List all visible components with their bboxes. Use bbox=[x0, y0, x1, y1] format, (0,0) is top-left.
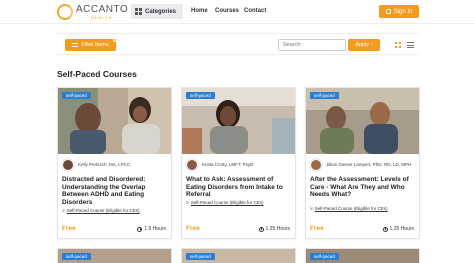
duration-text: 1.25 Hours bbox=[389, 226, 414, 232]
filter-icon bbox=[72, 43, 79, 47]
course-thumbnail: self-paced bbox=[306, 88, 419, 154]
course-card[interactable]: self-paced bbox=[181, 248, 296, 263]
course-card[interactable]: self-paced Krista Crotty, LMFT, PsyD Wha… bbox=[181, 87, 296, 239]
duration-text: 1.5 Hours bbox=[144, 226, 166, 232]
section-title: Self-Paced Courses bbox=[57, 69, 137, 79]
self-paced-badge: self-paced bbox=[310, 92, 339, 99]
course-duration: 1.25 Hours bbox=[382, 226, 414, 232]
category-link[interactable]: Self-Paced Course (Eligible for CEs) bbox=[315, 206, 388, 211]
avatar bbox=[62, 159, 74, 171]
course-category: in Self-Paced Course (Eligible for CEs) bbox=[310, 206, 417, 211]
author-row: Jillian Garner Lampert, PhD, RD, LD, MPH bbox=[310, 158, 415, 172]
category-prefix: in bbox=[62, 208, 66, 213]
chevron-right-icon: › bbox=[371, 42, 373, 48]
author-name: Kelly Pertzsch, MA, LPCC bbox=[78, 162, 131, 168]
categories-label: Categories bbox=[145, 8, 177, 15]
course-duration: 1.5 Hours bbox=[137, 226, 166, 232]
course-thumbnail: self-paced bbox=[182, 88, 295, 154]
nav-contact[interactable]: Contact bbox=[244, 8, 266, 14]
grid-view-icon[interactable] bbox=[395, 42, 401, 48]
course-title[interactable]: What to Ask: Assessment of Eating Disord… bbox=[186, 176, 293, 199]
course-card[interactable]: self-paced Jillian Garner Lampert, PhD, … bbox=[305, 87, 420, 239]
clock-icon bbox=[258, 226, 264, 232]
filter-bar: Filter Items Apply › bbox=[57, 33, 419, 55]
nav-home[interactable]: Home bbox=[191, 8, 208, 14]
author-name: Jillian Garner Lampert, PhD, RD, LD, MPH bbox=[326, 162, 412, 168]
course-price: Free bbox=[310, 225, 324, 232]
category-prefix: in bbox=[310, 206, 314, 211]
self-paced-badge: self-paced bbox=[186, 92, 215, 99]
self-paced-badge: self-paced bbox=[310, 253, 339, 260]
logo-ring-icon bbox=[57, 4, 73, 20]
apply-button[interactable]: Apply › bbox=[348, 39, 380, 51]
clock-icon bbox=[382, 226, 388, 232]
self-paced-badge: self-paced bbox=[186, 253, 215, 260]
course-title[interactable]: Distracted and Disordered: Understanding… bbox=[62, 176, 169, 206]
avatar bbox=[310, 159, 322, 171]
search-input[interactable] bbox=[278, 39, 346, 51]
sign-in-button[interactable]: Sign In bbox=[379, 5, 419, 18]
course-price: Free bbox=[62, 225, 76, 232]
filter-indicator-dot bbox=[113, 38, 117, 42]
author-row: Kelly Pertzsch, MA, LPCC bbox=[62, 158, 167, 172]
accanto-logo[interactable]: ACCANTO HEALTH bbox=[57, 2, 128, 22]
course-card[interactable]: self-paced Kelly Pertzsch, MA, LPCC Dist… bbox=[57, 87, 172, 239]
author-name: Krista Crotty, LMFT, PsyD bbox=[202, 162, 254, 168]
top-header: ACCANTO HEALTH Categories Home Courses C… bbox=[0, 0, 474, 24]
sign-in-label: Sign In bbox=[393, 8, 413, 15]
nav-courses[interactable]: Courses bbox=[215, 8, 239, 14]
duration-text: 1.25 Hours bbox=[265, 226, 290, 232]
filter-items-label: Filter Items bbox=[81, 42, 109, 48]
logo-text: ACCANTO bbox=[76, 4, 129, 15]
clock-icon bbox=[137, 226, 143, 232]
filter-items-button[interactable]: Filter Items bbox=[65, 39, 116, 51]
course-card[interactable]: self-paced bbox=[57, 248, 172, 263]
course-thumbnail: self-paced bbox=[58, 88, 171, 154]
avatar bbox=[186, 159, 198, 171]
author-row: Krista Crotty, LMFT, PsyD bbox=[186, 158, 291, 172]
apply-label: Apply bbox=[355, 42, 370, 48]
course-duration: 1.25 Hours bbox=[258, 226, 290, 232]
grid-icon bbox=[135, 8, 142, 15]
category-prefix: in bbox=[186, 200, 190, 205]
categories-button[interactable]: Categories bbox=[131, 4, 183, 19]
course-title[interactable]: After the Assessment: Levels of Care - W… bbox=[310, 176, 417, 199]
self-paced-badge: self-paced bbox=[62, 92, 91, 99]
list-view-icon[interactable] bbox=[407, 42, 414, 48]
logo-subtext: HEALTH bbox=[91, 15, 113, 20]
course-card[interactable]: self-paced bbox=[305, 248, 420, 263]
course-price: Free bbox=[186, 225, 200, 232]
course-category: in Self-Paced Course (Eligible for CEs) bbox=[186, 200, 293, 205]
self-paced-badge: self-paced bbox=[62, 253, 91, 260]
category-link[interactable]: Self-Paced Course (Eligible for CEs) bbox=[67, 208, 140, 213]
category-link[interactable]: Self-Paced Course (Eligible for CEs) bbox=[191, 200, 264, 205]
login-icon bbox=[385, 9, 391, 14]
course-category: in Self-Paced Course (Eligible for CEs) bbox=[62, 208, 169, 213]
